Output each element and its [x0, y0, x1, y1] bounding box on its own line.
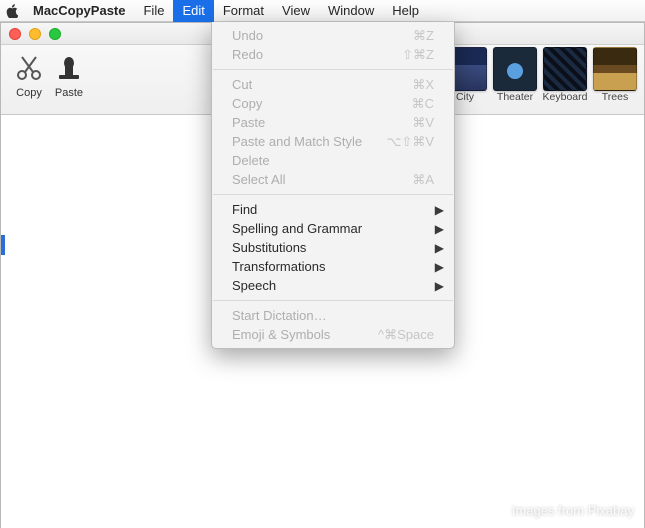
- thumb-label: City: [456, 91, 474, 103]
- menu-item-spelling-and-grammar[interactable]: Spelling and Grammar▶: [212, 219, 454, 238]
- menu-item-select-all: Select All⌘A: [212, 170, 454, 189]
- menu-item-label: Emoji & Symbols: [232, 327, 378, 342]
- menu-item-emoji-symbols: Emoji & Symbols^⌘Space: [212, 325, 454, 344]
- menubar-file[interactable]: File: [134, 0, 173, 22]
- thumb-theater[interactable]: Theater: [492, 47, 538, 103]
- chevron-right-icon: ▶: [435, 260, 444, 274]
- stamp-icon: [52, 51, 86, 85]
- menu-item-paste-and-match-style: Paste and Match Style⌥⇧⌘V: [212, 132, 454, 151]
- apple-menu[interactable]: [0, 4, 24, 18]
- chevron-right-icon: ▶: [435, 241, 444, 255]
- trees-image-icon: [593, 47, 637, 91]
- menu-item-shortcut: ⌘C: [412, 96, 434, 112]
- menu-item-find[interactable]: Find▶: [212, 200, 454, 219]
- watermark-text: Images from Pixabay: [512, 503, 634, 518]
- menu-item-label: Copy: [232, 96, 412, 111]
- thumb-trees[interactable]: Trees: [592, 47, 638, 103]
- menu-item-label: Start Dictation…: [232, 308, 434, 323]
- menu-item-label: Substitutions: [232, 240, 434, 255]
- window-minimize-button[interactable]: [29, 28, 41, 40]
- menu-item-label: Cut: [232, 77, 412, 92]
- menu-item-shortcut: ⌥⇧⌘V: [386, 134, 434, 150]
- menu-item-shortcut: ⌘Z: [413, 28, 434, 44]
- keyboard-image-icon: [543, 47, 587, 91]
- menu-separator: [213, 194, 453, 195]
- menu-item-redo: Redo⇧⌘Z: [212, 45, 454, 64]
- menu-separator: [213, 300, 453, 301]
- chevron-right-icon: ▶: [435, 279, 444, 293]
- menu-item-transformations[interactable]: Transformations▶: [212, 257, 454, 276]
- scissors-icon: [12, 51, 46, 85]
- menu-item-shortcut: ⌘A: [412, 172, 434, 188]
- menu-item-shortcut: ^⌘Space: [378, 327, 434, 343]
- thumb-label: Trees: [602, 91, 628, 103]
- menu-item-paste: Paste⌘V: [212, 113, 454, 132]
- edit-dropdown-menu: Undo⌘ZRedo⇧⌘ZCut⌘XCopy⌘CPaste⌘VPaste and…: [211, 22, 455, 349]
- apple-icon: [6, 4, 18, 18]
- menu-item-label: Paste: [232, 115, 412, 130]
- menu-item-label: Delete: [232, 153, 434, 168]
- menu-item-undo: Undo⌘Z: [212, 26, 454, 45]
- menubar-format[interactable]: Format: [214, 0, 273, 22]
- menubar-app-name[interactable]: MacCopyPaste: [24, 0, 134, 22]
- thumb-label: Keyboard: [543, 91, 588, 103]
- menu-item-cut: Cut⌘X: [212, 75, 454, 94]
- copy-toolbar-label: Copy: [16, 87, 42, 99]
- menu-item-label: Redo: [232, 47, 402, 62]
- menubar-help[interactable]: Help: [383, 0, 428, 22]
- menu-item-start-dictation: Start Dictation…: [212, 306, 454, 325]
- menu-item-label: Spelling and Grammar: [232, 221, 434, 236]
- menu-item-substitutions[interactable]: Substitutions▶: [212, 238, 454, 257]
- menubar-edit[interactable]: Edit: [173, 0, 213, 22]
- menu-item-delete: Delete: [212, 151, 454, 170]
- menubar-window[interactable]: Window: [319, 0, 383, 22]
- menu-item-shortcut: ⇧⌘Z: [402, 47, 434, 63]
- menu-item-label: Transformations: [232, 259, 434, 274]
- paste-toolbar-button[interactable]: Paste: [49, 51, 89, 99]
- window-zoom-button[interactable]: [49, 28, 61, 40]
- menu-item-label: Speech: [232, 278, 434, 293]
- menu-item-label: Undo: [232, 28, 413, 43]
- image-thumbnail-row: City Theater Keyboard Trees: [442, 47, 638, 103]
- thumb-keyboard[interactable]: Keyboard: [542, 47, 588, 103]
- chevron-right-icon: ▶: [435, 222, 444, 236]
- menu-item-label: Find: [232, 202, 434, 217]
- menubar-view[interactable]: View: [273, 0, 319, 22]
- menu-item-shortcut: ⌘V: [412, 115, 434, 131]
- menu-item-speech[interactable]: Speech▶: [212, 276, 454, 295]
- selection-indicator: [1, 235, 5, 255]
- chevron-right-icon: ▶: [435, 203, 444, 217]
- menu-separator: [213, 69, 453, 70]
- copy-toolbar-button[interactable]: Copy: [9, 51, 49, 99]
- menu-item-label: Select All: [232, 172, 412, 187]
- menu-item-label: Paste and Match Style: [232, 134, 386, 149]
- paste-toolbar-label: Paste: [55, 87, 83, 99]
- system-menubar: MacCopyPaste File Edit Format View Windo…: [0, 0, 645, 22]
- thumb-label: Theater: [497, 91, 533, 103]
- menu-item-copy: Copy⌘C: [212, 94, 454, 113]
- window-close-button[interactable]: [9, 28, 21, 40]
- theater-image-icon: [493, 47, 537, 91]
- menu-item-shortcut: ⌘X: [412, 77, 434, 93]
